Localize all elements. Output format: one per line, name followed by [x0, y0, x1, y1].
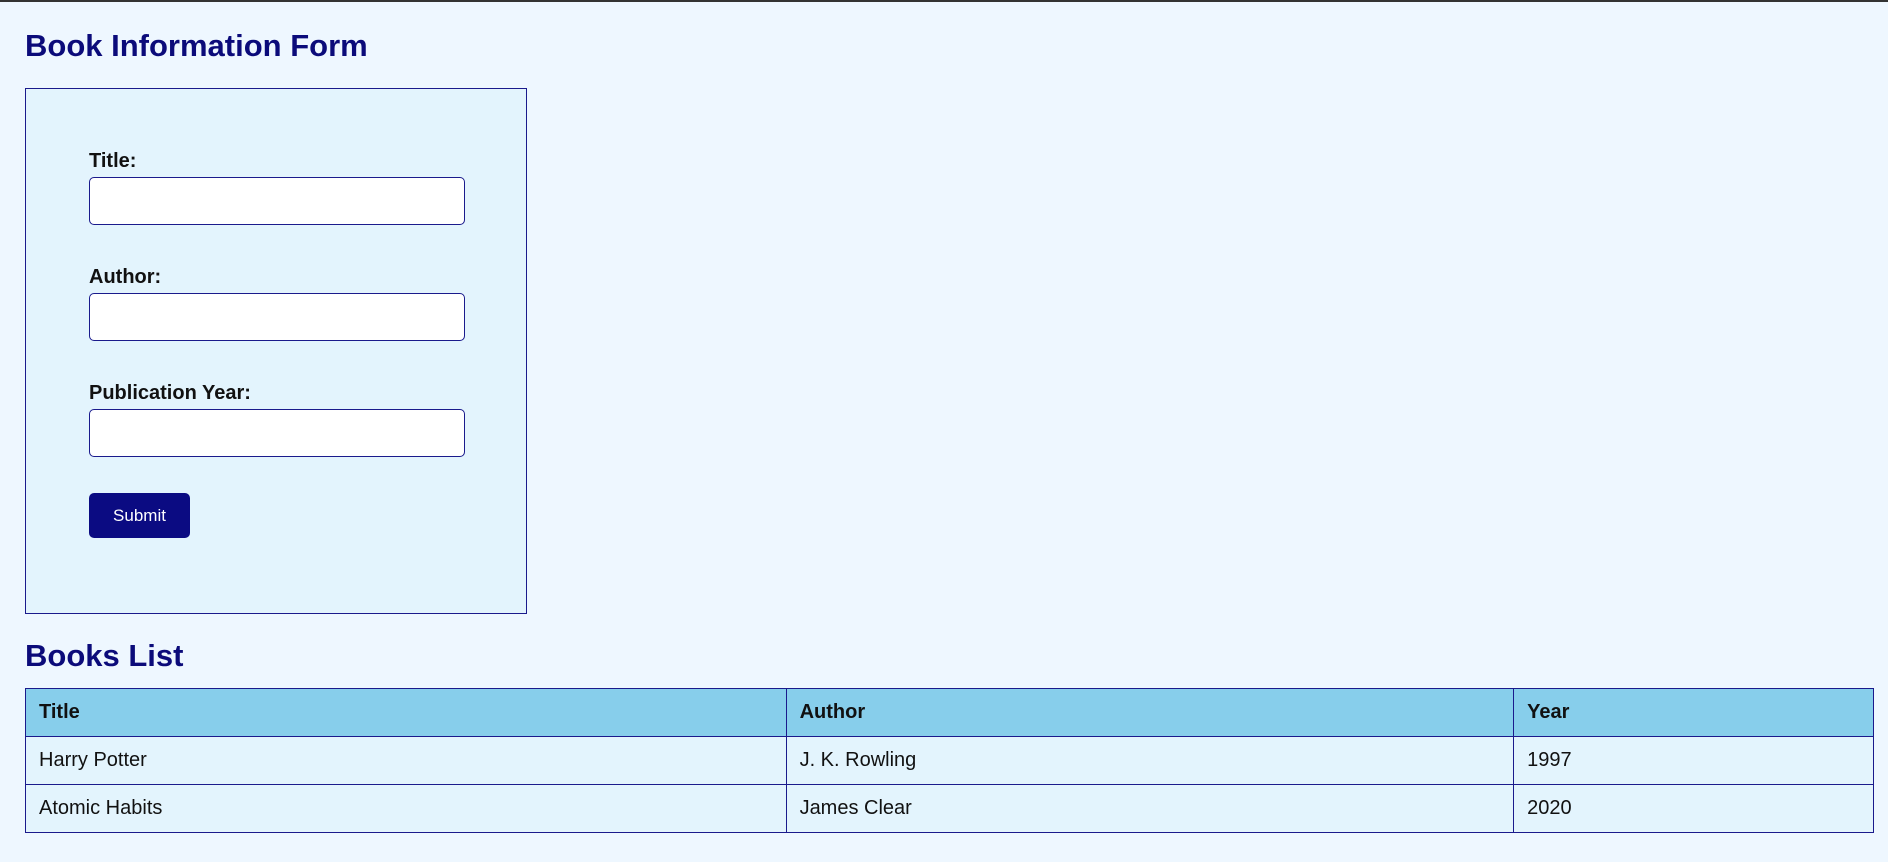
author-field-group: Author: — [89, 265, 526, 341]
publication-year-label: Publication Year: — [89, 382, 251, 404]
cell-author: J. K. Rowling — [785, 736, 1515, 785]
table-row: Harry Potter J. K. Rowling 1997 — [25, 736, 1874, 785]
title-label: Title: — [89, 150, 137, 172]
title-field-group: Title: — [89, 149, 526, 225]
column-header-year: Year — [1513, 688, 1874, 737]
author-label: Author: — [89, 266, 162, 288]
books-list-heading: Books List — [25, 638, 184, 673]
title-input[interactable] — [89, 177, 465, 225]
publication-year-input[interactable] — [89, 409, 465, 457]
table-header-row: Title Author Year — [25, 688, 1874, 737]
cell-title: Atomic Habits — [25, 784, 787, 833]
book-form: Title: Author: Publication Year: Submit — [25, 88, 527, 614]
table-row: Atomic Habits James Clear 2020 — [25, 784, 1874, 833]
author-input[interactable] — [89, 293, 465, 341]
submit-button[interactable]: Submit — [89, 493, 190, 538]
books-table: Title Author Year Harry Potter J. K. Row… — [25, 688, 1874, 833]
year-field-group: Publication Year: — [89, 381, 526, 457]
cell-author: James Clear — [785, 784, 1515, 833]
page: Book Information Form Title: Author: Pub… — [0, 2, 1888, 833]
form-heading: Book Information Form — [25, 28, 368, 63]
column-header-title: Title — [25, 688, 787, 737]
cell-year: 1997 — [1513, 736, 1874, 785]
cell-year: 2020 — [1513, 784, 1874, 833]
column-header-author: Author — [785, 688, 1515, 737]
cell-title: Harry Potter — [25, 736, 787, 785]
